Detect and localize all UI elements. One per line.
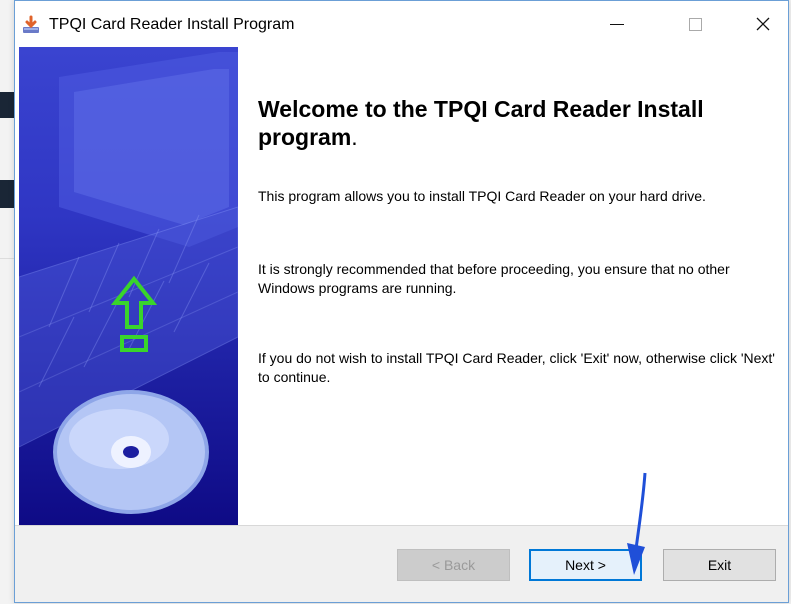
minimize-icon: [610, 23, 624, 25]
close-button[interactable]: [740, 1, 786, 47]
installer-window: TPQI Card Reader Install Program Welcome…: [14, 0, 789, 603]
window-title: TPQI Card Reader Install Program: [49, 16, 295, 33]
background-bar: [0, 92, 14, 118]
side-banner-image: [19, 47, 238, 527]
installer-icon: [23, 15, 39, 33]
maximize-button: [672, 1, 718, 47]
welcome-heading-text: Welcome to the TPQI Card Reader Install …: [258, 96, 704, 150]
cd-disc-icon: [53, 390, 209, 514]
pointer-arrow-icon: [627, 472, 647, 575]
welcome-heading: Welcome to the TPQI Card Reader Install …: [258, 95, 778, 151]
welcome-content: Welcome to the TPQI Card Reader Install …: [258, 95, 778, 385]
intro-paragraph: This program allows you to install TPQI …: [258, 188, 706, 204]
background-bar: [0, 180, 14, 208]
recommendation-paragraph: It is strongly recommended that before p…: [258, 261, 730, 296]
minimize-button[interactable]: [594, 1, 640, 47]
background-divider: [0, 258, 14, 259]
exit-button[interactable]: Exit: [663, 549, 776, 581]
button-bar: < Back Next > Exit: [15, 525, 788, 602]
exit-instructions-paragraph: If you do not wish to install TPQI Card …: [258, 350, 775, 385]
title-bar[interactable]: TPQI Card Reader Install Program: [15, 1, 788, 47]
computer-keyboard-graphic: [19, 52, 238, 514]
close-icon: [756, 17, 770, 31]
back-button: < Back: [397, 549, 510, 581]
welcome-heading-period: .: [351, 124, 358, 150]
maximize-icon: [688, 17, 702, 31]
